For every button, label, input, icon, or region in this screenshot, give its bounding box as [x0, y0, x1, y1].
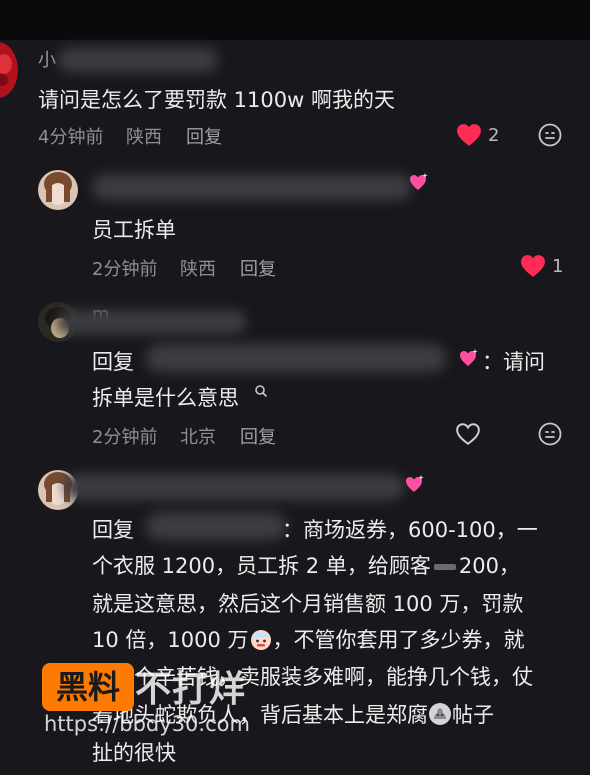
reply-text: 扯的很快: [92, 741, 176, 765]
heart-filled-icon[interactable]: [520, 254, 546, 278]
search-icon[interactable]: [254, 384, 268, 398]
reply-text: 个衣服 1200，员工拆 2 单，给顾客 200，: [92, 550, 520, 580]
reply-time: 2分钟前: [92, 427, 158, 448]
redacted-value: [433, 564, 456, 570]
redacted-username: [58, 48, 218, 72]
poop-sticker-icon: [429, 703, 451, 725]
sparkling-heart-icon: [460, 349, 478, 366]
reply-text: ：商场返券，600-100，一: [282, 518, 538, 542]
redacted-username: [92, 174, 412, 200]
redacted-mention: [146, 344, 446, 372]
reply-text-part: ，不管你套用了多少券，就: [272, 628, 525, 652]
avatar[interactable]: [0, 42, 18, 98]
watermark-logo: 黑料: [42, 663, 134, 711]
sparkling-heart-icon: [406, 475, 424, 492]
reply-location: 陕西: [180, 259, 216, 280]
sparkling-heart-icon: [410, 173, 428, 190]
redacted-username: [64, 474, 404, 500]
comment-text: 请问是怎么了要罚款 1100w 啊我的天: [38, 88, 395, 112]
reply-prefix: 回复: [92, 350, 134, 374]
reply-button[interactable]: 回复: [186, 123, 222, 149]
reply-button[interactable]: 回复: [240, 423, 276, 449]
reply-location: 北京: [180, 427, 216, 448]
reply-prefix: 回复: [92, 518, 134, 542]
reply-text: 拆单是什么意思: [92, 386, 239, 410]
reply-text-part: 个衣服 1200，员工拆 2 单，给顾客: [92, 554, 431, 578]
reply-text: 员工拆单: [92, 218, 176, 242]
reply-text-part: 帖子: [452, 703, 494, 727]
like-count: 2: [488, 125, 500, 146]
emoji-react-icon[interactable]: [538, 422, 562, 446]
reply-time: 2分钟前: [92, 259, 158, 280]
redacted-username: [56, 310, 246, 334]
emoji-react-icon[interactable]: [538, 123, 562, 147]
avatar[interactable]: [38, 170, 78, 210]
watermark-text: 不打烊: [135, 669, 247, 710]
reply-text-part: 200，: [458, 554, 520, 578]
top-bar: [0, 0, 590, 40]
reply-button[interactable]: 回复: [240, 255, 276, 281]
comment-time: 4分钟前: [38, 127, 104, 148]
reply-text: 10 倍，1000 万 ，不管你套用了多少券，就: [92, 624, 525, 654]
redacted-mention: [146, 512, 286, 540]
watermark-url: https://bbdy30.com: [44, 712, 250, 736]
heart-outline-icon[interactable]: [455, 422, 481, 446]
reply-text: 就是这意思，然后这个月销售额 100 万，罚款: [92, 592, 524, 616]
username[interactable]: 小: [38, 46, 56, 72]
cold-face-sticker-icon: [250, 630, 271, 650]
heart-filled-icon[interactable]: [456, 123, 482, 147]
like-count: 1: [552, 256, 564, 277]
comment-location: 陕西: [126, 127, 162, 148]
reply-text-part: 10 倍，1000 万: [92, 628, 249, 652]
reply-text-tail: ：请问: [482, 350, 545, 374]
